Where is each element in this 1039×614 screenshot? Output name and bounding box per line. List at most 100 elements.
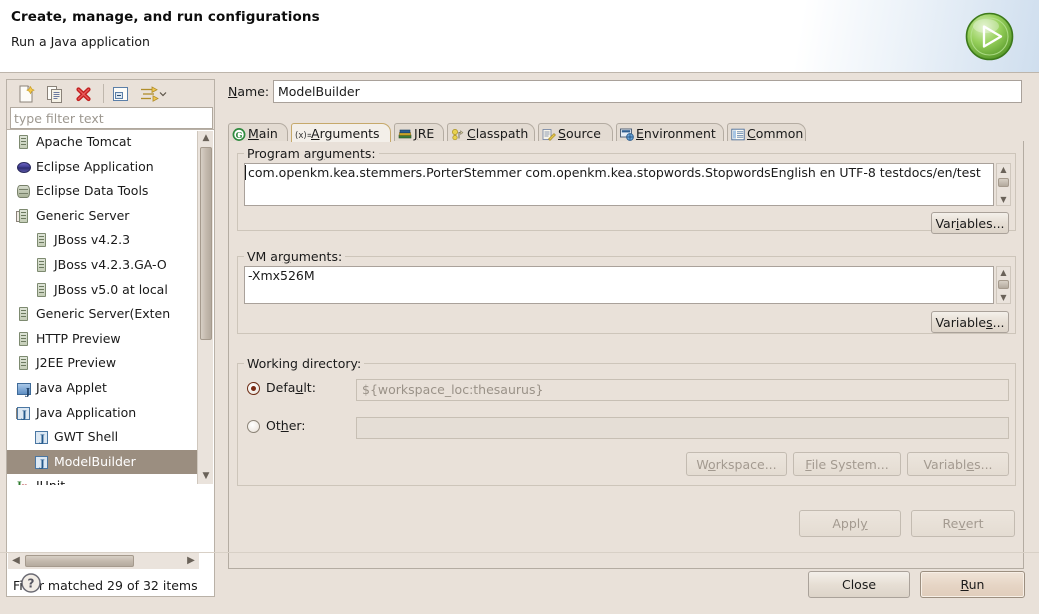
- configurations-panel: Apache Tomcat Eclipse Application Eclipse …: [6, 79, 215, 597]
- workspace-button[interactable]: Workspace...: [686, 452, 787, 476]
- configurations-toolbar: [6, 79, 215, 107]
- delete-configuration-icon[interactable]: [73, 84, 95, 104]
- scroll-right-icon[interactable]: ▶: [183, 553, 199, 569]
- java-application-icon: [35, 453, 48, 477]
- working-dir-variables-button[interactable]: Variables...: [907, 452, 1009, 476]
- jre-icon: [398, 127, 412, 140]
- source-icon: [542, 127, 556, 141]
- duplicate-configuration-icon[interactable]: [44, 84, 66, 104]
- tree-item-jboss-v5-0-at-local[interactable]: JBoss v5.0 at local: [7, 278, 198, 303]
- working-dir-other-radio[interactable]: [247, 420, 260, 433]
- scroll-up-icon[interactable]: ▲: [198, 131, 214, 146]
- eclipse-app-icon: [17, 161, 31, 173]
- program-arguments-wrap: com.openkm.kea.stemmers.PorterStemmer co…: [244, 163, 1011, 206]
- tab-common[interactable]: Common: [727, 123, 806, 142]
- java-applet-icon: [17, 381, 31, 406]
- program-arguments-input[interactable]: com.openkm.kea.stemmers.PorterStemmer co…: [244, 163, 994, 206]
- tree-item-label: Eclipse Application: [36, 158, 154, 174]
- server-icon: [19, 208, 28, 223]
- server-icon: [19, 331, 28, 346]
- tab-label: Main: [248, 126, 278, 141]
- tab-label: Classpath: [467, 126, 529, 141]
- tab-environment[interactable]: Environment: [616, 123, 724, 142]
- tree-item-generic-server-exten[interactable]: Generic Server(Exten: [7, 302, 198, 327]
- tab-jre[interactable]: JRE: [394, 123, 444, 142]
- server-icon: [37, 257, 46, 272]
- arguments-icon: (x)=: [295, 127, 314, 141]
- vm-arguments-label: VM arguments:: [244, 249, 346, 264]
- tree-item-generic-server[interactable]: Generic Server: [7, 204, 198, 229]
- environment-icon: [620, 127, 634, 141]
- scroll-up-icon[interactable]: ▲: [997, 164, 1010, 175]
- scroll-down-icon[interactable]: ▼: [997, 292, 1010, 303]
- server-icon: [37, 282, 46, 297]
- tab-classpath[interactable]: Classpath: [447, 123, 535, 142]
- working-dir-other-label: Other:: [266, 418, 306, 433]
- server-icon: [19, 356, 28, 371]
- scrollbar-thumb[interactable]: [998, 280, 1009, 289]
- configurations-tree[interactable]: Apache Tomcat Eclipse Application Eclipse …: [6, 129, 215, 597]
- tab-arguments[interactable]: (x)= Arguments: [291, 123, 391, 142]
- server-icon: [19, 135, 28, 149]
- tree-horizontal-scrollbar[interactable]: ◀ ▶: [8, 552, 199, 569]
- close-button[interactable]: Close: [808, 571, 910, 598]
- program-arguments-scrollbar[interactable]: ▲ ▼: [996, 163, 1011, 206]
- name-field[interactable]: [273, 80, 1022, 103]
- configuration-editor: Name: G Main (x)=Arguments JRE Classpath Sour…: [225, 79, 1028, 569]
- revert-button[interactable]: Revert: [911, 510, 1015, 537]
- tree-item-http-preview[interactable]: HTTP Preview: [7, 327, 198, 352]
- tree-item-modelbuilder[interactable]: ModelBuilder: [7, 449, 198, 477]
- program-arguments-label: Program arguments:: [244, 146, 379, 161]
- help-question-icon[interactable]: ?: [20, 572, 42, 594]
- working-dir-default-radio[interactable]: [247, 382, 260, 395]
- new-configuration-icon[interactable]: [15, 84, 37, 104]
- vm-arguments-input[interactable]: -Xmx526M: [244, 266, 994, 304]
- scroll-up-icon[interactable]: ▲: [997, 267, 1010, 278]
- tree-item-label: HTTP Preview: [36, 330, 121, 346]
- scroll-left-icon[interactable]: ◀: [8, 553, 24, 569]
- tree-item-jboss-v4-2-3[interactable]: JBoss v4.2.3: [7, 228, 198, 253]
- program-arguments-variables-button[interactable]: Variables...: [931, 212, 1009, 234]
- tree-item-label: JUnit: [36, 474, 65, 485]
- tree-item-junit[interactable]: Ju JUnit: [7, 474, 198, 485]
- collapse-all-icon[interactable]: [110, 84, 132, 104]
- tree-item-j2ee-preview[interactable]: J2EE Preview: [7, 351, 198, 376]
- vm-arguments-scrollbar[interactable]: ▲ ▼: [996, 266, 1011, 304]
- scrollbar-thumb[interactable]: [998, 178, 1009, 187]
- working-directory-label: Working directory:: [244, 356, 365, 371]
- tree-item-apache-tomcat[interactable]: Apache Tomcat: [7, 130, 198, 155]
- tree-item-java-application[interactable]: Java Application: [7, 401, 198, 428]
- scrollbar-thumb[interactable]: [200, 147, 212, 340]
- program-arguments-group: Program arguments: com.openkm.kea.stemme…: [237, 146, 1016, 234]
- search-input[interactable]: [10, 107, 213, 129]
- tree-item-label: Java Applet: [36, 379, 107, 395]
- tree-vertical-scrollbar[interactable]: ▲ ▼: [197, 131, 213, 484]
- tree-item-gwt-shell[interactable]: GWT Shell: [7, 425, 198, 453]
- tree-item-label: JBoss v5.0 at local: [54, 281, 168, 297]
- server-icon: [19, 307, 28, 322]
- tab-label: JRE: [414, 126, 435, 141]
- tree-item-java-applet[interactable]: Java Applet: [7, 376, 198, 406]
- apply-button[interactable]: Apply: [799, 510, 901, 537]
- tree-item-label: JBoss v4.2.3.GA-O: [54, 256, 167, 272]
- tab-bar: G Main (x)= Arguments JRE Classpath Source Envi…: [228, 123, 1024, 142]
- tree-item-jboss-v4-2-3-ga-o[interactable]: JBoss v4.2.3.GA-O: [7, 253, 198, 278]
- page-subtitle: Run a Java application: [11, 34, 150, 49]
- file-system-button[interactable]: File System...: [793, 452, 901, 476]
- run-button[interactable]: Run: [920, 571, 1025, 598]
- scrollbar-thumb-horizontal[interactable]: [25, 555, 134, 567]
- scroll-down-icon[interactable]: ▼: [997, 194, 1010, 205]
- working-dir-other-input[interactable]: [356, 417, 1009, 439]
- page-title: Create, manage, and run configurations: [11, 9, 320, 25]
- tree-item-eclipse-data-tools[interactable]: Eclipse Data Tools: [7, 179, 198, 204]
- tree-item-eclipse-application[interactable]: Eclipse Application: [7, 155, 198, 180]
- tab-source[interactable]: Source: [538, 123, 613, 142]
- filter-configurations-icon[interactable]: [138, 84, 170, 104]
- tree-item-label: Generic Server: [36, 207, 130, 223]
- tab-main[interactable]: G Main: [228, 123, 288, 142]
- tree-item-label: Eclipse Data Tools: [36, 183, 149, 199]
- scroll-down-icon[interactable]: ▼: [198, 469, 214, 484]
- working-directory-group: Working directory: Default: ${workspace_…: [237, 356, 1016, 486]
- vm-arguments-variables-button[interactable]: Variables...: [931, 311, 1009, 333]
- classpath-icon: [451, 127, 465, 141]
